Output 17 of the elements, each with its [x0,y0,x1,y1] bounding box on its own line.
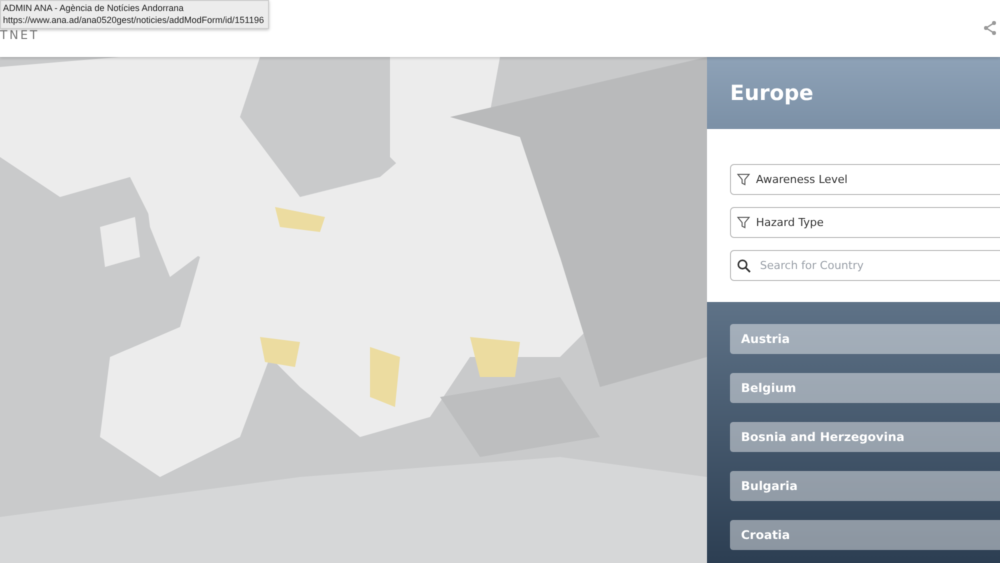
filter-icon [737,173,750,186]
search-icon [737,258,751,272]
country-item[interactable]: Croatia [730,520,1000,550]
logo-text: TNET [0,28,40,42]
country-item[interactable]: Austria [730,324,1000,354]
region-title: Europe [730,81,814,105]
search-input[interactable]: Search for Country [757,259,1000,272]
filter-dropdown[interactable]: Hazard Type [730,207,1000,238]
country-item[interactable]: Bosnia and Herzegovina [730,422,1000,452]
share-icon[interactable] [982,20,998,36]
tooltip-url: https://www.ana.ad/ana0520gest/noticies/addModForm/id/151196 [3,14,264,26]
search-field[interactable]: Search for Country [730,250,1000,281]
country-item[interactable]: Bulgaria [730,471,1000,501]
tooltip-title: ADMIN ANA - Agència de Notícies Andorrana [3,2,185,14]
filter-dropdown[interactable]: Awareness Level [730,164,1000,195]
country-item[interactable]: Belgium [730,373,1000,403]
filter-icon [737,216,750,229]
